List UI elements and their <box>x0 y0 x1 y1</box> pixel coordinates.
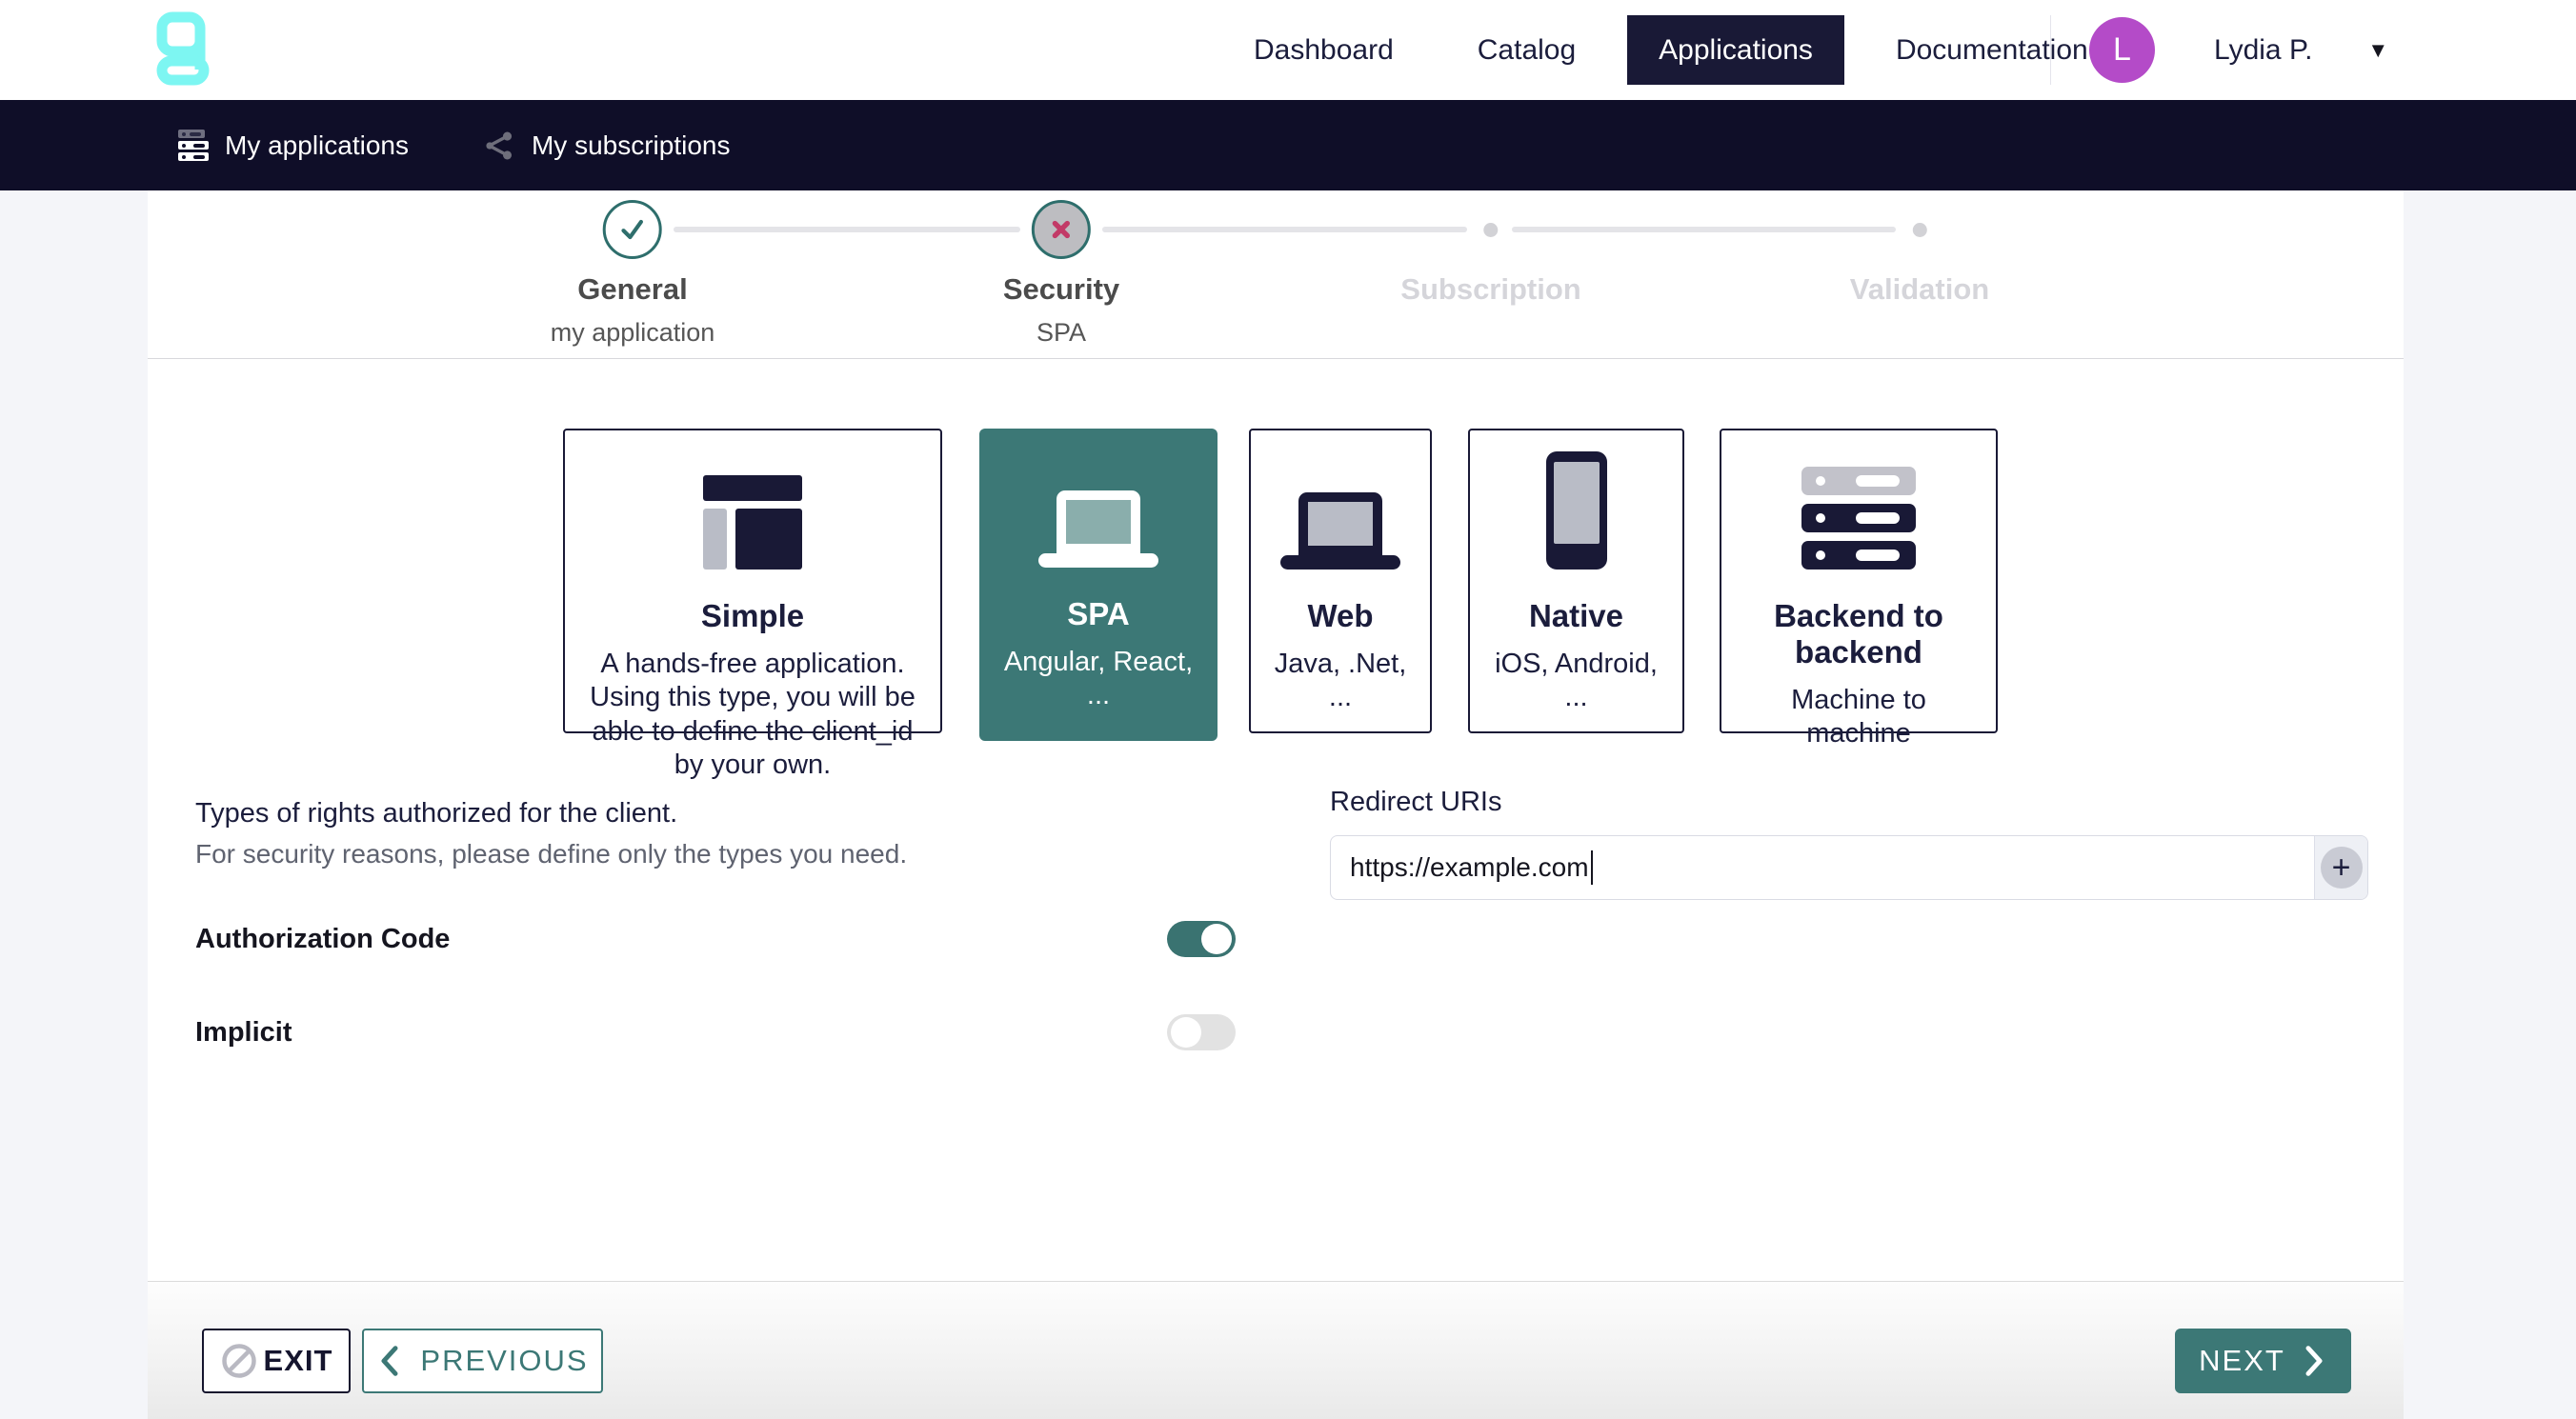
card-title: Simple <box>565 598 940 634</box>
stepper-connector <box>674 227 1020 232</box>
card-description: Angular, React, ... <box>979 646 1218 713</box>
exit-button[interactable]: EXIT <box>202 1329 351 1393</box>
step-validation[interactable]: Validation <box>1850 200 1989 307</box>
add-uri-button[interactable]: + <box>2321 847 2363 889</box>
option-label: Authorization Code <box>195 924 450 955</box>
redirect-uri-input[interactable]: https://example.com <box>1331 836 2314 899</box>
laptop-icon <box>1038 490 1158 568</box>
redirect-uri-widget: https://example.com + <box>1330 835 2368 900</box>
app-type-card-spa[interactable]: SPA Angular, React, ... <box>979 429 1218 741</box>
step-done-circle <box>603 200 662 259</box>
step-dot <box>1483 223 1498 237</box>
toggle-row-authorization-code: Authorization Code <box>195 915 1236 963</box>
card-title: SPA <box>979 596 1218 632</box>
subnav-label: My subscriptions <box>532 130 731 161</box>
caret-down-icon[interactable]: ▼ <box>2367 38 2388 63</box>
app-type-card-web[interactable]: Web Java, .Net, ... <box>1249 429 1432 733</box>
card-title: Backend to backend <box>1721 598 1996 670</box>
step-security[interactable]: Security SPA <box>1003 200 1119 348</box>
card-description: Java, .Net, ... <box>1251 648 1430 715</box>
error-x-icon <box>1048 216 1075 243</box>
nav-item-catalog[interactable]: Catalog <box>1436 0 1618 100</box>
option-label: Implicit <box>195 1017 292 1049</box>
rights-title: Types of rights authorized for the clien… <box>195 798 1236 829</box>
text-caret <box>1591 850 1593 885</box>
toggle-implicit[interactable] <box>1167 1014 1236 1050</box>
step-sublabel: my application <box>551 318 715 348</box>
nav-item-applications[interactable]: Applications <box>1627 15 1844 85</box>
previous-label: PREVIOUS <box>420 1344 588 1378</box>
laptop-icon <box>1280 492 1400 570</box>
stepper: General my application Security SPA Subs… <box>148 190 2404 359</box>
card-description: iOS, Android, ... <box>1470 648 1682 715</box>
next-label: NEXT <box>2199 1344 2285 1378</box>
step-sublabel: SPA <box>1003 318 1119 348</box>
step-label: General <box>551 272 715 307</box>
grant-types-section: Types of rights authorized for the clien… <box>195 798 1236 1056</box>
card-title: Native <box>1470 598 1682 634</box>
layout-icon <box>703 475 802 570</box>
avatar[interactable]: L <box>2089 17 2155 83</box>
check-icon <box>618 215 647 244</box>
chevron-left-icon <box>376 1345 403 1377</box>
exit-label: EXIT <box>264 1344 333 1378</box>
app-type-card-backend[interactable]: Backend to backend Machine to machine <box>1720 429 1998 733</box>
redirect-uris-section: Redirect URIs https://example.com + <box>1330 787 2368 900</box>
card-title: Web <box>1251 598 1430 634</box>
step-error-circle <box>1032 200 1091 259</box>
rights-subtitle: For security reasons, please define only… <box>195 839 1236 869</box>
toggle-authorization-code[interactable] <box>1167 921 1236 957</box>
app-type-card-simple[interactable]: Simple A hands-free application. Using t… <box>563 429 942 733</box>
security-form: Types of rights authorized for the clien… <box>148 741 2404 1274</box>
step-label: Subscription <box>1400 272 1580 307</box>
user-name: Lydia P. <box>2214 34 2312 67</box>
next-button[interactable]: NEXT <box>2175 1329 2351 1393</box>
step-general[interactable]: General my application <box>551 200 715 348</box>
add-uri-zone: + <box>2314 836 2367 899</box>
top-bar: Dashboard Catalog Applications Documenta… <box>0 0 2576 100</box>
servers-icon <box>1801 467 1916 570</box>
main-nav: Dashboard Catalog Applications Documenta… <box>1212 0 2130 100</box>
divider <box>2050 15 2051 85</box>
previous-button[interactable]: PREVIOUS <box>362 1329 603 1393</box>
wizard-panel: General my application Security SPA Subs… <box>148 190 2404 1419</box>
user-menu[interactable]: L Lydia P. ▼ <box>2050 0 2388 100</box>
app-type-card-native[interactable]: Native iOS, Android, ... <box>1468 429 1684 733</box>
subnav-item-my-subscriptions[interactable]: My subscriptions <box>483 130 731 162</box>
step-label: Validation <box>1850 272 1989 307</box>
step-subscription[interactable]: Subscription <box>1400 200 1580 307</box>
gravitee-logo[interactable] <box>155 10 211 90</box>
step-dot <box>1912 223 1926 237</box>
subnav-item-my-applications[interactable]: My applications <box>178 130 409 161</box>
wizard-footer: EXIT PREVIOUS NEXT <box>148 1281 2404 1419</box>
subnav-label: My applications <box>225 130 409 161</box>
nav-item-dashboard[interactable]: Dashboard <box>1212 0 1436 100</box>
toggle-row-implicit: Implicit <box>195 1009 1236 1056</box>
redirect-uris-label: Redirect URIs <box>1330 787 2368 818</box>
step-label: Security <box>1003 272 1119 307</box>
phone-icon <box>1546 451 1607 570</box>
sub-nav: My applications My subscriptions <box>0 100 2576 190</box>
ban-icon <box>220 1342 258 1380</box>
subscriptions-icon <box>483 130 515 162</box>
redirect-uri-value: https://example.com <box>1350 852 1589 883</box>
applications-icon <box>178 130 209 161</box>
plus-icon: + <box>2332 851 2351 884</box>
chevron-right-icon <box>2301 1345 2327 1377</box>
